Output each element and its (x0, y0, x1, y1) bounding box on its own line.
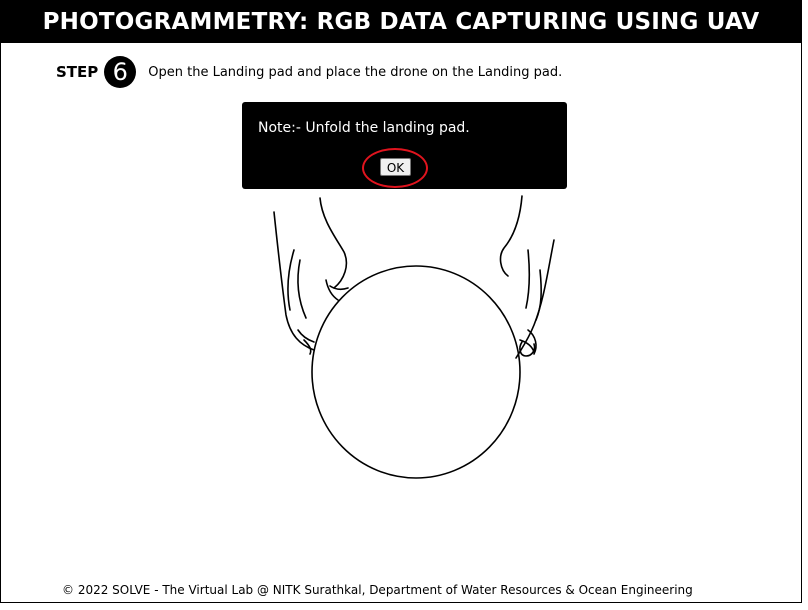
hands-holding-landing-pad-icon (273, 195, 555, 479)
footer-copyright: © 2022 SOLVE - The Virtual Lab @ NITK Su… (62, 583, 693, 597)
landing-pad-illustration (258, 190, 558, 494)
page-title: PHOTOGRAMMETRY: RGB DATA CAPTURING USING… (1, 1, 801, 43)
step-number-badge: 6 (104, 56, 137, 88)
step-instruction: Open the Landing pad and place the drone… (148, 64, 563, 80)
note-text: Note:- Unfold the landing pad. (258, 120, 470, 136)
step-label: STEP (56, 63, 99, 81)
ok-button[interactable]: OK (380, 158, 411, 176)
step-row: STEP 6 Open the Landing pad and place th… (56, 56, 562, 88)
note-dialog: Note:- Unfold the landing pad. OK (242, 102, 567, 189)
